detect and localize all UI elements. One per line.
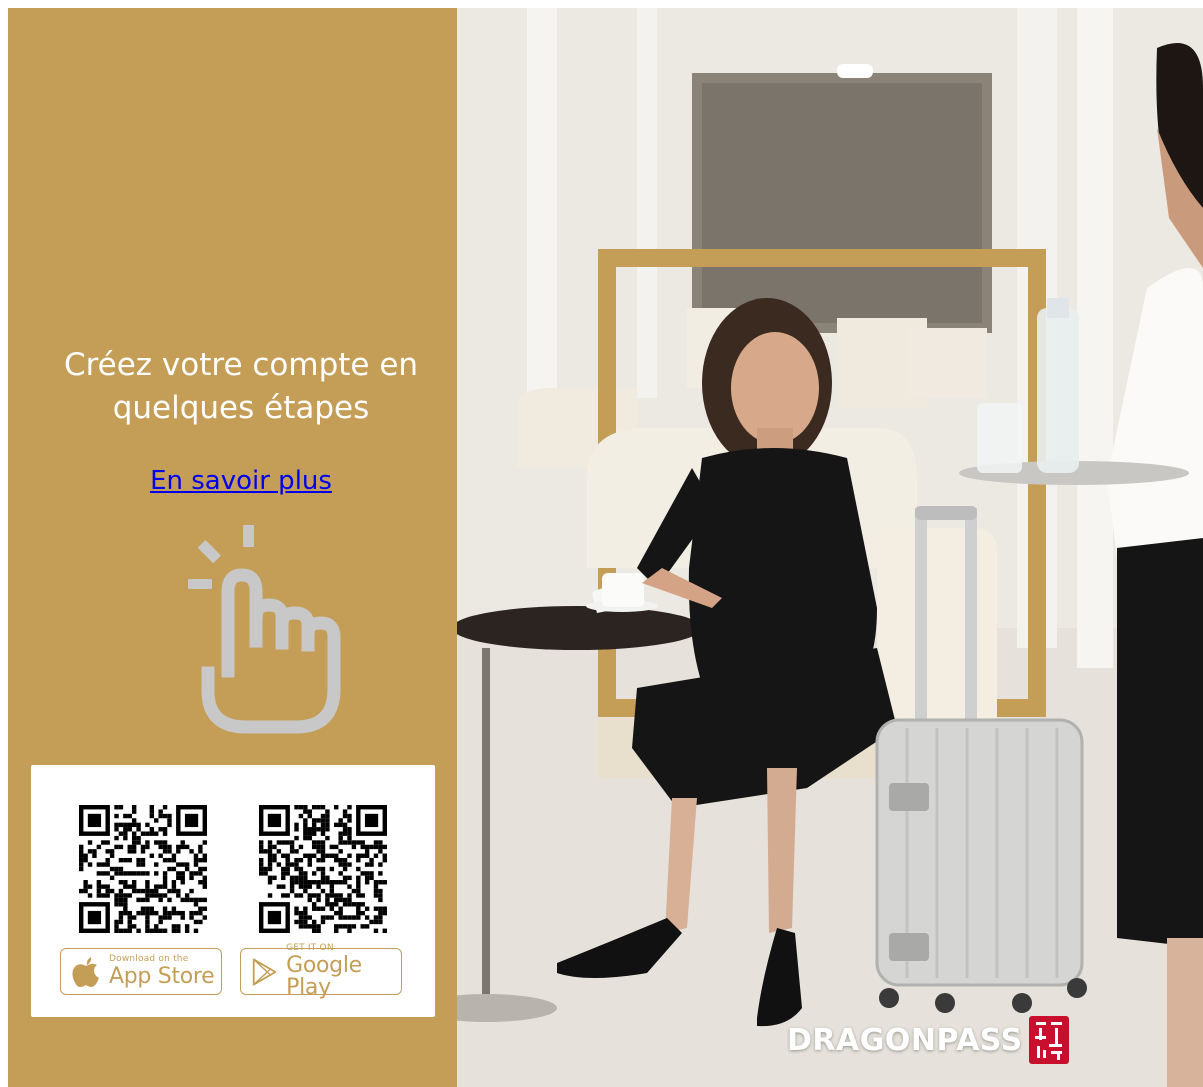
- googleplay-label: Google Play: [286, 953, 362, 1000]
- dragonpass-logo: DRAGONPASS: [787, 1016, 1069, 1064]
- app-download-card: Download on the App Store GET IT ON Goog…: [31, 765, 435, 1017]
- google-play-icon: [252, 957, 277, 986]
- appstore-qr-code[interactable]: [79, 805, 207, 933]
- promo-headline: Créez votre compte en quelques étapes: [8, 344, 474, 430]
- dragonpass-seal-icon: [1028, 1016, 1069, 1064]
- tap-hand-icon: [188, 525, 341, 734]
- lounge-scene-illustration: [457, 8, 1203, 1087]
- learn-more-container: En savoir plus: [8, 466, 474, 496]
- appstore-button[interactable]: Download on the App Store: [60, 948, 222, 995]
- headline-line-1: Créez votre compte en: [63, 347, 419, 383]
- googleplay-qr-code[interactable]: [259, 805, 387, 933]
- brand-name: DRAGONPASS: [787, 1022, 1023, 1058]
- googleplay-button[interactable]: GET IT ON Google Play: [240, 944, 402, 999]
- learn-more-link[interactable]: En savoir plus: [150, 466, 332, 496]
- promo-panel: Créez votre compte en quelques étapes En…: [8, 8, 457, 1087]
- appstore-small-label: Download on the: [109, 954, 189, 964]
- apple-icon: [72, 956, 99, 987]
- googleplay-small-label: GET IT ON: [286, 943, 334, 953]
- email-banner: Créez votre compte en quelques étapes En…: [8, 8, 1203, 1087]
- headline-line-2: quelques étapes: [112, 390, 370, 426]
- appstore-label: App Store: [109, 964, 215, 989]
- hero-image: DRAGONPASS: [457, 8, 1203, 1087]
